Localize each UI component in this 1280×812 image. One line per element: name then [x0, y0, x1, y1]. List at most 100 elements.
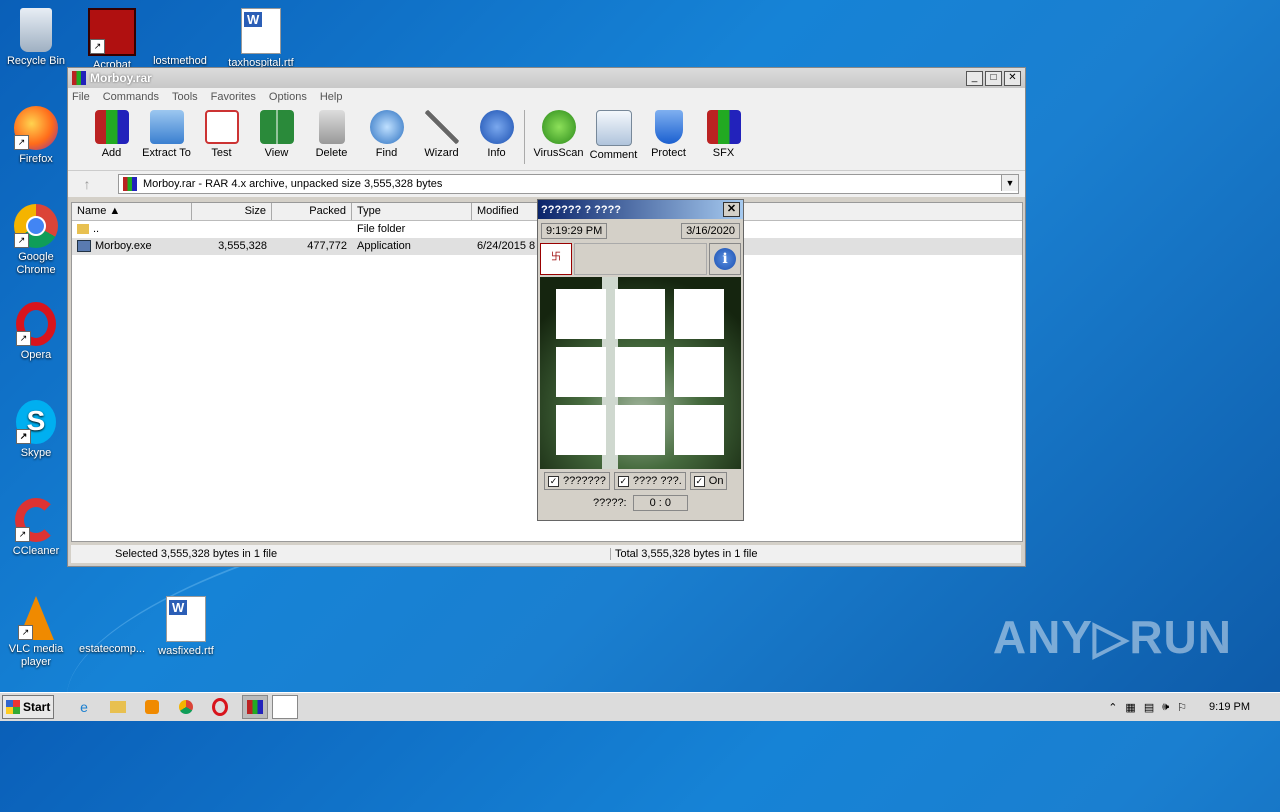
ccleaner-icon: ↗ [15, 498, 57, 542]
chrome-icon[interactable] [174, 696, 198, 718]
network-icon[interactable]: ▦ [1125, 701, 1135, 714]
chevron-down-icon[interactable]: ▼ [1001, 175, 1018, 191]
desktop-icon-lostmethod[interactable]: lostmethod [144, 8, 216, 68]
address-field[interactable]: Morboy.rar - RAR 4.x archive, unpacked s… [118, 174, 1019, 194]
popup-info-button[interactable]: i [709, 243, 741, 275]
volume-icon[interactable]: 🕪 [1162, 701, 1169, 714]
protect-button[interactable]: Protect [641, 110, 696, 159]
firefox-icon: ↗ [14, 106, 58, 150]
column-packed[interactable]: Packed [272, 203, 352, 220]
menu-help[interactable]: Help [320, 91, 343, 103]
game-tile[interactable] [674, 405, 724, 455]
winrar-taskbar-icon[interactable] [242, 695, 268, 719]
popup-titlebar[interactable]: ?????? ? ???? ✕ [538, 200, 743, 219]
sfx-button[interactable]: SFX [696, 110, 751, 159]
popup-title: ?????? ? ???? [541, 203, 622, 216]
taskbar: Start e ⌃ ▦ ▤ 🕪 ⚐ 9:19 PM [0, 692, 1280, 721]
test-button[interactable]: Test [194, 110, 249, 159]
add-archive-icon [94, 110, 129, 144]
desktop-icon-ccleaner[interactable]: ↗ CCleaner [0, 498, 72, 558]
action-center-icon[interactable]: ▤ [1144, 701, 1154, 714]
chevron-up-icon[interactable]: ⌃ [1108, 701, 1117, 714]
popup-close-button[interactable]: ✕ [723, 202, 740, 217]
media-player-icon[interactable] [140, 696, 164, 718]
winrar-titlebar[interactable]: Morboy.rar _ □ ✕ [68, 68, 1025, 88]
desktop-icon-opera[interactable]: ↗ Opera [0, 302, 72, 362]
column-modified[interactable]: Modified [472, 203, 542, 220]
sfx-box-icon [706, 110, 741, 144]
opera-icon: ↗ [16, 302, 56, 346]
clock[interactable]: 9:19 PM [1209, 701, 1250, 713]
comment-button[interactable]: Comment [586, 110, 641, 161]
close-button[interactable]: ✕ [1004, 71, 1021, 86]
start-button[interactable]: Start [2, 695, 54, 719]
game-tile[interactable] [615, 405, 665, 455]
add-button[interactable]: Add [84, 110, 139, 159]
checkbox-checked-icon: ✓ [693, 475, 705, 487]
column-type[interactable]: Type [352, 203, 472, 220]
column-size[interactable]: Size [192, 203, 272, 220]
popup-checkbox-3[interactable]: ✓ On [689, 472, 728, 490]
game-tile[interactable] [556, 289, 606, 339]
game-tile[interactable] [556, 347, 606, 397]
toolbar: Add Extract To Test View Delete Find Wiz… [68, 106, 1025, 171]
menu-tools[interactable]: Tools [172, 91, 198, 103]
desktop-icon-acrobat[interactable]: ↗ Acrobat [76, 8, 148, 68]
menu-commands[interactable]: Commands [103, 91, 159, 103]
extract-to-button[interactable]: Extract To [139, 110, 194, 159]
ie-icon[interactable]: e [72, 696, 96, 718]
windows-flag-icon [6, 700, 20, 714]
popup-checkbox-1[interactable]: ✓??????? [544, 472, 610, 490]
desktop-icon-vlc[interactable]: ↗ VLC media player [0, 596, 72, 669]
folder-up-icon [77, 224, 89, 235]
opera-icon[interactable] [208, 696, 232, 718]
desktop-icon-taxhospital[interactable]: W taxhospital.rtf [225, 8, 297, 68]
popup-window: ?????? ? ???? ✕ 9:19:29 PM 3/16/2020 卐 i… [537, 199, 744, 521]
game-tile[interactable] [674, 347, 724, 397]
info-icon [479, 110, 514, 144]
minimize-button[interactable]: _ [966, 71, 983, 86]
find-button[interactable]: Find [359, 110, 414, 159]
archive-icon [123, 177, 137, 191]
game-tile[interactable] [556, 405, 606, 455]
desktop-icon-firefox[interactable]: ↗ Firefox [0, 106, 72, 166]
desktop-icon-chrome[interactable]: ↗ Google Chrome [0, 204, 72, 277]
virusscan-button[interactable]: VirusScan [531, 110, 586, 159]
maximize-button[interactable]: □ [985, 71, 1002, 86]
system-tray: ⌃ ▦ ▤ 🕪 ⚐ 9:19 PM [1108, 693, 1280, 721]
checklist-icon [204, 110, 239, 144]
comment-icon [595, 110, 632, 146]
status-bar: Selected 3,555,328 bytes in 1 file Total… [71, 545, 1021, 563]
window-taskbar-icon[interactable] [272, 695, 298, 719]
desktop-icon-skype[interactable]: S ↗ Skype [0, 400, 72, 460]
view-button[interactable]: View [249, 110, 304, 159]
game-tile[interactable] [615, 347, 665, 397]
address-bar-row: ↑ Morboy.rar - RAR 4.x archive, unpacked… [68, 171, 1025, 197]
up-arrow-icon[interactable]: ↑ [74, 174, 100, 194]
info-button[interactable]: Info [469, 110, 524, 159]
wizard-button[interactable]: Wizard [414, 110, 469, 159]
score-label: ?????: [592, 497, 627, 509]
menu-file[interactable]: File [72, 91, 90, 103]
info-icon: i [714, 248, 736, 270]
explorer-folder-icon[interactable] [106, 696, 130, 718]
skype-icon: S ↗ [16, 400, 56, 444]
game-tile[interactable] [615, 289, 665, 339]
delete-button[interactable]: Delete [304, 110, 359, 159]
blank-file-icon [90, 596, 134, 640]
flag-icon[interactable]: ⚐ [1177, 701, 1187, 714]
bug-icon [541, 110, 576, 144]
word-document-icon: W [166, 596, 206, 642]
popup-checkbox-2[interactable]: ✓???? ???. [613, 472, 686, 490]
word-document-icon: W [241, 8, 281, 54]
desktop-icon-recycle-bin[interactable]: Recycle Bin [0, 8, 72, 68]
popup-time: 9:19:29 PM [541, 223, 608, 239]
game-tile[interactable] [674, 289, 724, 339]
shield-icon [654, 110, 683, 144]
popup-logo-icon[interactable]: 卐 [540, 243, 572, 275]
column-name[interactable]: Name ▲ [72, 203, 192, 220]
menu-favorites[interactable]: Favorites [211, 91, 256, 103]
desktop-icon-estatecomp[interactable]: estatecomp... [76, 596, 148, 656]
desktop-icon-wasfixed[interactable]: W wasfixed.rtf [150, 596, 222, 658]
menu-options[interactable]: Options [269, 91, 307, 103]
